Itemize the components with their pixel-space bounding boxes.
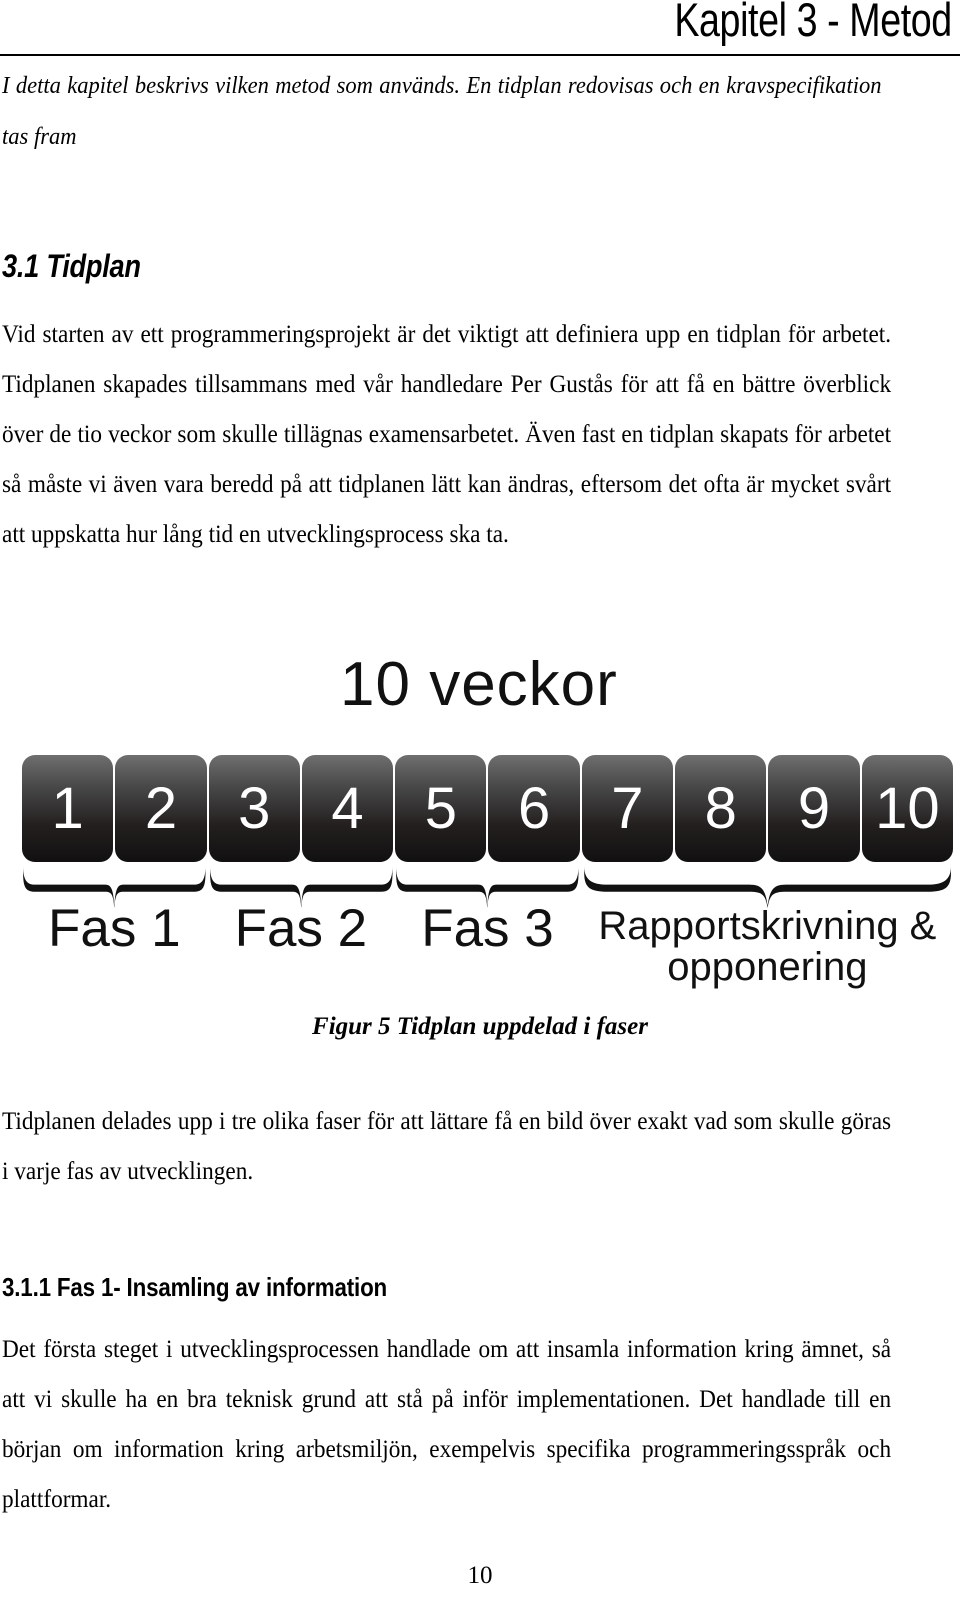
- paragraph-fas1: Det första steget i utvecklingsprocessen…: [2, 1336, 892, 1513]
- phase-label: Rapportskrivning & opponering: [598, 904, 937, 989]
- week-block: 6: [488, 755, 580, 862]
- phase-label: Fas 1: [48, 899, 181, 958]
- page-header: Kapitel 3 - Metod: [0, 0, 960, 56]
- phase-label: Fas 3: [421, 899, 554, 958]
- figure-weeks-caption: 10 veckor: [340, 650, 618, 719]
- week-block: 9: [768, 755, 860, 862]
- week-block: 1: [22, 755, 114, 862]
- paragraph-tidplan-intro: Vid starten av ett programmeringsprojekt…: [2, 321, 892, 548]
- week-strip: 1 2 3 4 5 6 7 8 9 10: [22, 755, 953, 862]
- figure-timeline: 10 veckor 1 2 3 4 5 6 7 8 9 10 Fas 1 Fas …: [0, 640, 960, 988]
- phase-label: Fas 2: [234, 899, 368, 958]
- week-block: 8: [675, 755, 767, 862]
- header-divider: [0, 54, 960, 56]
- week-block: 2: [115, 755, 207, 862]
- phase-label-row: Fas 1 Fas 2 Fas 3 Rapportskrivning & oppone…: [22, 899, 953, 988]
- paragraph-faser: Tidplanen delades upp i tre olika faser …: [2, 1108, 892, 1185]
- week-block: 4: [301, 755, 394, 862]
- week-block: 10: [861, 755, 953, 862]
- week-block: 3: [208, 755, 300, 862]
- chapter-title: Kapitel 3 - Metod: [674, 0, 953, 46]
- chapter-abstract: I detta kapitel beskrivs vilken metod so…: [2, 72, 882, 150]
- subsection-heading-3-1-1: 3.1.1 Fas 1- Insamling av information: [2, 1272, 388, 1302]
- week-block: 5: [395, 755, 487, 862]
- figure-caption: Figur 5 Tidplan uppdelad i faser: [312, 1013, 648, 1040]
- page-number: 10: [467, 1562, 493, 1589]
- week-block: 7: [581, 755, 674, 862]
- section-heading-3-1: 3.1 Tidplan: [2, 248, 141, 284]
